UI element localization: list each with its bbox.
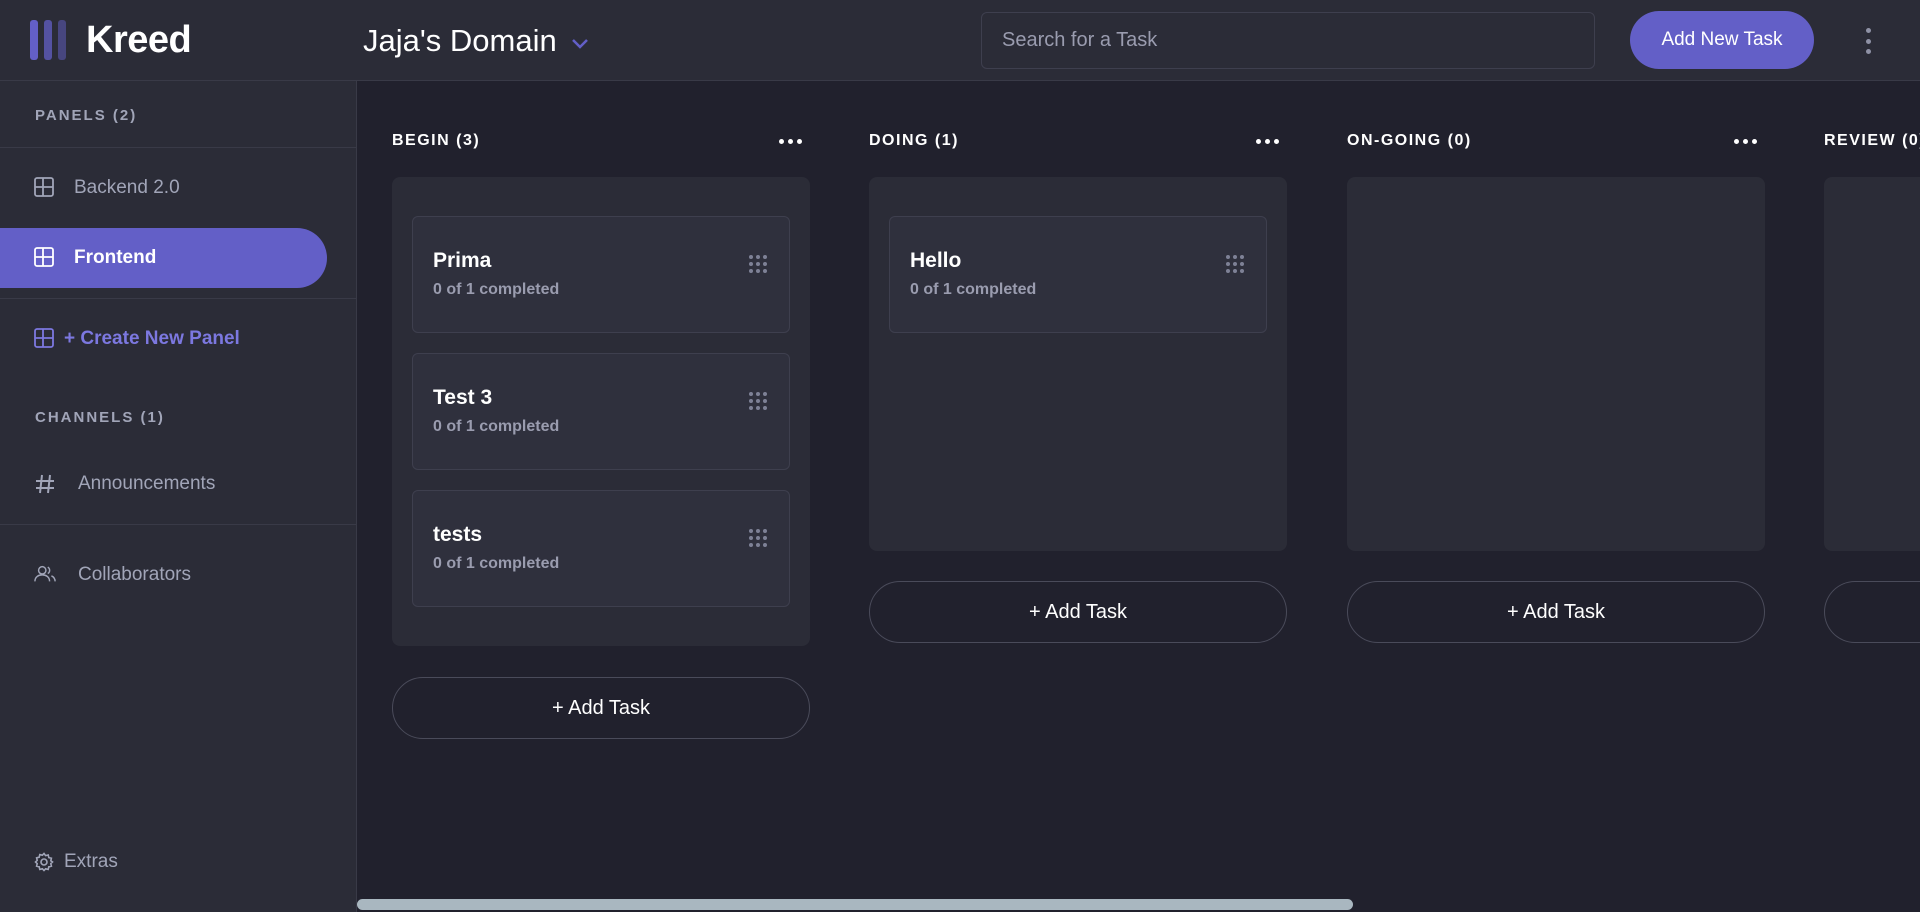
task-title: Hello: [910, 249, 962, 272]
column-begin: Prima 0 of 1 completed Test 3 0 of 1 com…: [392, 177, 810, 646]
search-input[interactable]: [981, 12, 1595, 69]
chevron-down-icon: [571, 38, 588, 49]
drag-handle-icon[interactable]: [749, 392, 767, 410]
add-task-button[interactable]: [1824, 581, 1920, 643]
board-selector[interactable]: Jaja's Domain: [363, 20, 589, 62]
task-title: Prima: [433, 249, 492, 272]
top-bar: Kreed Jaja's Domain Add New Task: [0, 0, 1920, 81]
column-doing: Hello 0 of 1 completed: [869, 177, 1287, 551]
sidebar-item-backend[interactable]: Backend 2.0: [0, 158, 327, 218]
column-header-begin: BEGIN (3): [392, 130, 802, 152]
task-title: tests: [433, 523, 483, 546]
column-header-on-going: ON-GOING (0): [1347, 130, 1757, 152]
task-card[interactable]: tests 0 of 1 completed: [412, 490, 790, 607]
app-name: Kreed: [86, 18, 192, 61]
divider: [0, 147, 356, 148]
add-task-button[interactable]: + Add Task: [869, 581, 1287, 643]
sidebar-item-label: Announcements: [78, 473, 216, 494]
sidebar-item-label: Backend 2.0: [74, 177, 180, 198]
sidebar-item-announcements[interactable]: Announcements: [0, 454, 327, 514]
task-title: Test 3: [433, 386, 493, 409]
task-subtitle: 0 of 1 completed: [433, 281, 560, 298]
board-icon: [34, 328, 56, 350]
drag-handle-icon[interactable]: [1226, 255, 1244, 273]
task-card[interactable]: Hello 0 of 1 completed: [889, 216, 1267, 333]
column-title: DOING (1): [869, 132, 959, 149]
more-options-icon[interactable]: [1860, 28, 1876, 54]
extras-label: Extras: [64, 851, 118, 872]
sidebar-item-label: Collaborators: [78, 564, 191, 585]
column-on-going: [1347, 177, 1765, 551]
task-card[interactable]: Prima 0 of 1 completed: [412, 216, 790, 333]
sidebar: PANELS (2) Backend 2.0 Frontend + Create…: [0, 81, 357, 912]
more-horizontal-icon[interactable]: [1734, 138, 1757, 144]
create-panel-label: + Create New Panel: [64, 328, 240, 349]
drag-handle-icon[interactable]: [749, 529, 767, 547]
hash-icon: [34, 473, 56, 495]
sidebar-item-frontend[interactable]: Frontend: [0, 228, 327, 288]
column-header-review: REVIEW (0): [1824, 130, 1920, 152]
task-subtitle: 0 of 1 completed: [433, 555, 560, 572]
column-title: BEGIN (3): [392, 132, 481, 149]
column-header-doing: DOING (1): [869, 130, 1279, 152]
panels-section-label: PANELS (2): [35, 107, 138, 124]
app-logo: Kreed: [30, 18, 192, 61]
drag-handle-icon[interactable]: [749, 255, 767, 273]
add-task-button[interactable]: + Add Task: [392, 677, 810, 739]
divider: [0, 524, 356, 525]
gear-icon: [34, 852, 54, 872]
more-horizontal-icon[interactable]: [1256, 138, 1279, 144]
task-card[interactable]: Test 3 0 of 1 completed: [412, 353, 790, 470]
logo-icon: [30, 20, 66, 60]
users-icon: [34, 564, 56, 586]
column-title: REVIEW (0): [1824, 132, 1920, 149]
add-new-task-button[interactable]: Add New Task: [1630, 11, 1814, 69]
create-new-panel-button[interactable]: + Create New Panel: [0, 309, 327, 369]
add-task-button[interactable]: + Add Task: [1347, 581, 1765, 643]
sidebar-item-collaborators[interactable]: Collaborators: [0, 545, 327, 605]
channels-section-label: CHANNELS (1): [35, 409, 165, 426]
divider: [0, 298, 356, 299]
task-subtitle: 0 of 1 completed: [433, 418, 560, 435]
horizontal-scrollbar[interactable]: [357, 899, 1353, 910]
column-review: [1824, 177, 1920, 551]
more-horizontal-icon[interactable]: [779, 138, 802, 144]
sidebar-item-label: Frontend: [74, 247, 157, 268]
board-icon: [34, 177, 56, 199]
board-icon: [34, 247, 56, 269]
column-title: ON-GOING (0): [1347, 132, 1472, 149]
board-title: Jaja's Domain: [363, 23, 557, 58]
task-subtitle: 0 of 1 completed: [910, 281, 1037, 298]
extras-button[interactable]: Extras: [34, 851, 118, 873]
